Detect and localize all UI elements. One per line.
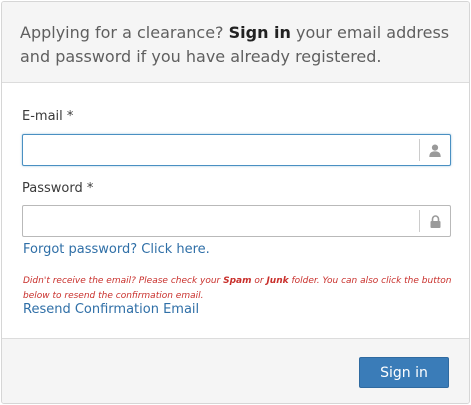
forgot-password-link[interactable]: Forgot password? Click here. [23,242,210,257]
notice-junk: Junk [266,276,289,286]
header-text-strong: Sign in [228,23,291,42]
email-field[interactable] [23,135,419,165]
email-label: E-mail * [22,109,74,124]
notice-part1: Didn't receive the email? Please check y… [23,276,224,286]
password-label: Password * [22,181,94,196]
resend-notice: Didn't receive the email? Please check y… [23,274,453,304]
user-icon [419,139,450,161]
header-text-before: Applying for a clearance? [20,23,229,42]
password-field[interactable] [23,206,419,236]
resend-confirmation-link[interactable]: Resend Confirmation Email [23,302,199,317]
notice-spam: Spam [223,276,252,286]
sign-in-button[interactable]: Sign in [359,357,449,388]
email-field-group [22,134,451,166]
lock-icon [419,210,450,232]
panel-footer: Sign in [2,338,469,403]
password-field-group [22,205,451,237]
panel-header: Applying for a clearance? Sign in your e… [2,2,469,83]
notice-or: or [251,276,267,286]
login-panel: Applying for a clearance? Sign in your e… [1,1,470,404]
